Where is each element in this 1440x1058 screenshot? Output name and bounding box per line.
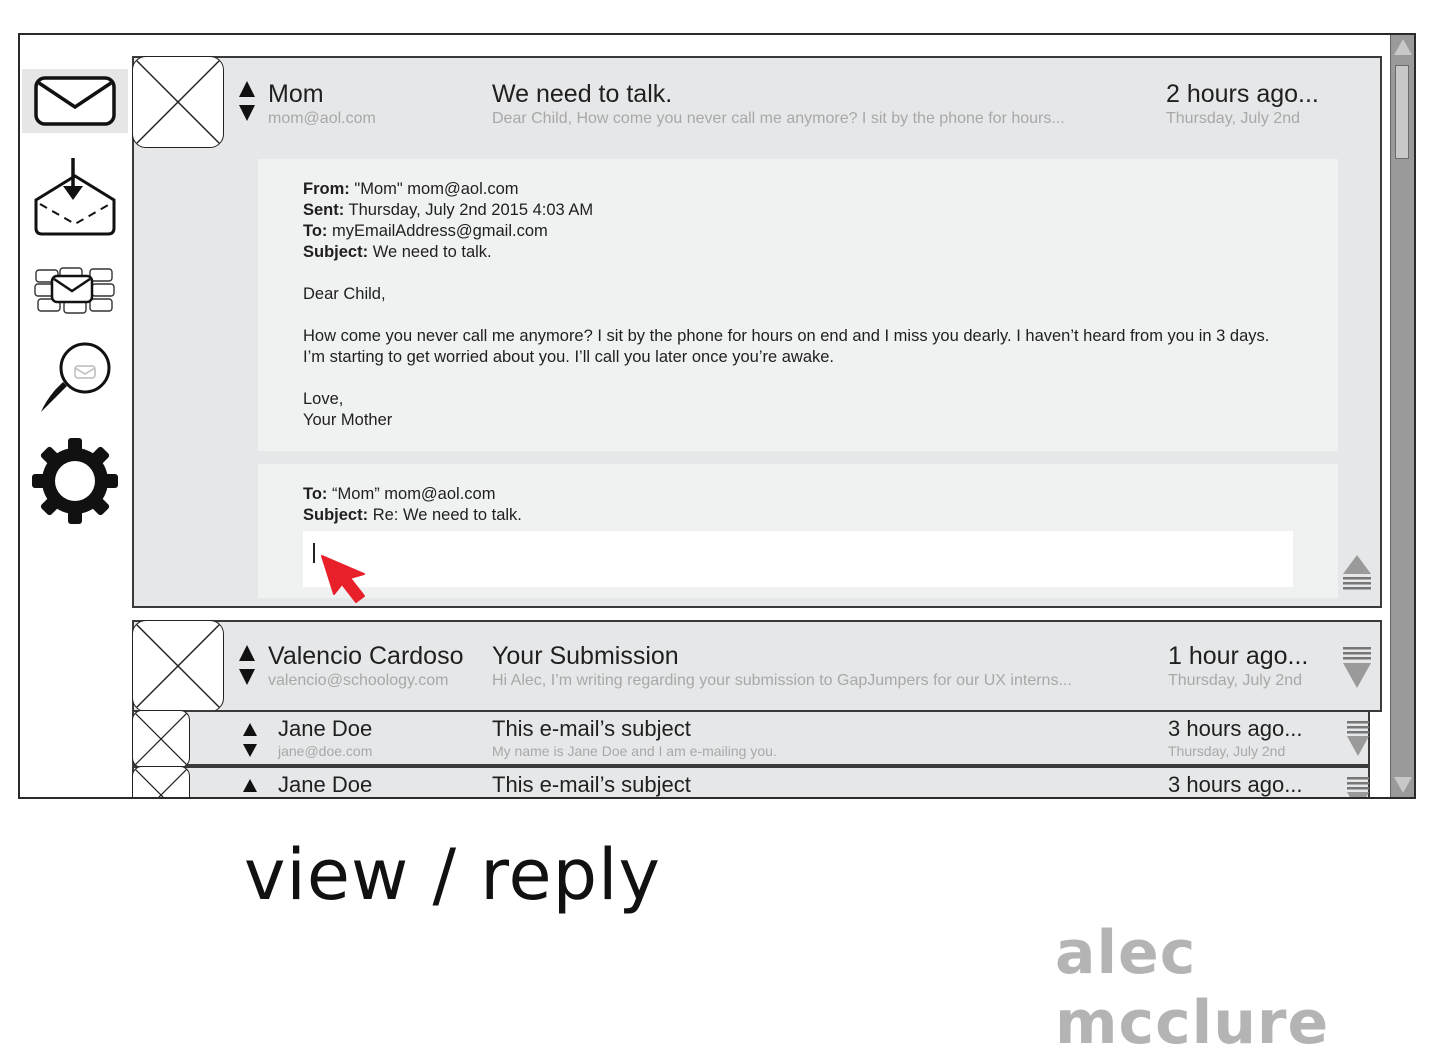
sender-email: jane@doe.com xyxy=(278,743,373,759)
body-closing: Love, xyxy=(303,390,344,408)
message-date: Thursday, July 2nd xyxy=(1166,110,1300,127)
message-time: 1 hour ago... xyxy=(1168,642,1309,670)
reply-to: To: “Mom” mom@aol.com xyxy=(303,485,496,503)
sender-name: Valencio Cardoso xyxy=(268,642,464,670)
header-to: To: myEmailAddress@gmail.com xyxy=(303,222,548,240)
screen-caption: view / reply xyxy=(244,834,661,916)
inbox-download-icon xyxy=(34,158,116,236)
avatar-placeholder xyxy=(132,766,190,797)
reply-subject: Subject: Re: We need to talk. xyxy=(303,506,522,524)
message-date: Thursday, July 2nd xyxy=(1168,672,1302,689)
envelope-icon xyxy=(34,76,116,126)
header-subject: Subject: We need to talk. xyxy=(303,243,492,261)
message-subject: This e-mail’s subject xyxy=(492,772,691,797)
sort-arrows-icon[interactable] xyxy=(238,80,256,122)
message-row[interactable]: Jane Doe jane@doe.com This e-mail’s subj… xyxy=(132,710,1370,768)
scrollbar-thumb[interactable] xyxy=(1395,65,1409,159)
text-caret xyxy=(313,543,315,563)
mail-window: Mom mom@aol.com We need to talk. Dear Ch… xyxy=(18,33,1416,799)
sidebar-item-search[interactable] xyxy=(22,337,128,417)
avatar-placeholder xyxy=(132,56,224,148)
author-credit: alec mcclure xyxy=(1055,918,1330,1058)
message-preview: My name is Jane Doe and I am e-mailing y… xyxy=(492,743,777,759)
sidebar-item-all-mail[interactable] xyxy=(22,261,128,319)
sender-email: valencio@schoology.com xyxy=(268,672,449,689)
message-time: 3 hours ago... xyxy=(1168,716,1303,741)
message-subject: This e-mail’s subject xyxy=(492,716,691,741)
sender-name: Jane Doe xyxy=(278,716,373,741)
sender-name: Mom xyxy=(268,80,324,108)
reply-composer: To: “Mom” mom@aol.com Subject: Re: We ne… xyxy=(258,464,1338,598)
message-row[interactable]: Valencio Cardoso valencio@schoology.com … xyxy=(132,620,1382,712)
message-date: Thursday, July 2nd xyxy=(1168,743,1286,759)
expand-down-icon[interactable] xyxy=(1346,776,1370,799)
body-greeting: Dear Child, xyxy=(303,285,386,303)
message-time: 3 hours ago... xyxy=(1168,772,1303,797)
search-icon xyxy=(41,342,111,412)
scroll-down-icon[interactable] xyxy=(1393,775,1413,795)
message-subject: We need to talk. xyxy=(492,80,673,108)
sort-arrows-icon[interactable] xyxy=(242,778,258,799)
body-signature: Your Mother xyxy=(303,411,393,429)
collapse-up-icon[interactable] xyxy=(1342,554,1372,594)
message-preview: Dear Child, How come you never call me a… xyxy=(492,110,1065,127)
sidebar-item-settings[interactable] xyxy=(22,435,128,527)
reply-input[interactable] xyxy=(303,531,1293,587)
avatar-placeholder xyxy=(132,620,224,712)
expand-down-icon[interactable] xyxy=(1342,646,1372,690)
mail-stack-icon xyxy=(34,267,115,314)
header-sent: Sent: Thursday, July 2nd 2015 4:03 AM xyxy=(303,201,594,219)
message-subject: Your Submission xyxy=(492,642,679,670)
sort-arrows-icon[interactable] xyxy=(242,722,258,758)
scroll-up-icon[interactable] xyxy=(1393,37,1413,57)
gear-icon xyxy=(32,438,118,524)
message-row[interactable]: Jane Doe This e-mail’s subject 3 hours a… xyxy=(132,766,1370,799)
body-paragraph: How come you never call me anymore? I si… xyxy=(303,327,1270,366)
expand-down-icon[interactable] xyxy=(1346,720,1370,758)
scrollbar[interactable] xyxy=(1390,35,1414,797)
avatar-placeholder xyxy=(132,710,190,768)
message-body: From: "Mom" mom@aol.com Sent: Thursday, … xyxy=(258,159,1338,451)
message-time: 2 hours ago... xyxy=(1166,80,1319,108)
message-preview: Hi Alec, I’m writing regarding your subm… xyxy=(492,672,1072,689)
sender-name: Jane Doe xyxy=(278,772,373,797)
sort-arrows-icon[interactable] xyxy=(238,644,256,686)
expanded-message[interactable]: Mom mom@aol.com We need to talk. Dear Ch… xyxy=(132,56,1382,608)
header-from: From: "Mom" mom@aol.com xyxy=(303,180,519,198)
sender-email: mom@aol.com xyxy=(268,110,376,127)
mouse-pointer-icon xyxy=(321,555,365,603)
sidebar-item-download[interactable] xyxy=(22,153,128,239)
sidebar-item-inbox[interactable] xyxy=(22,69,128,133)
